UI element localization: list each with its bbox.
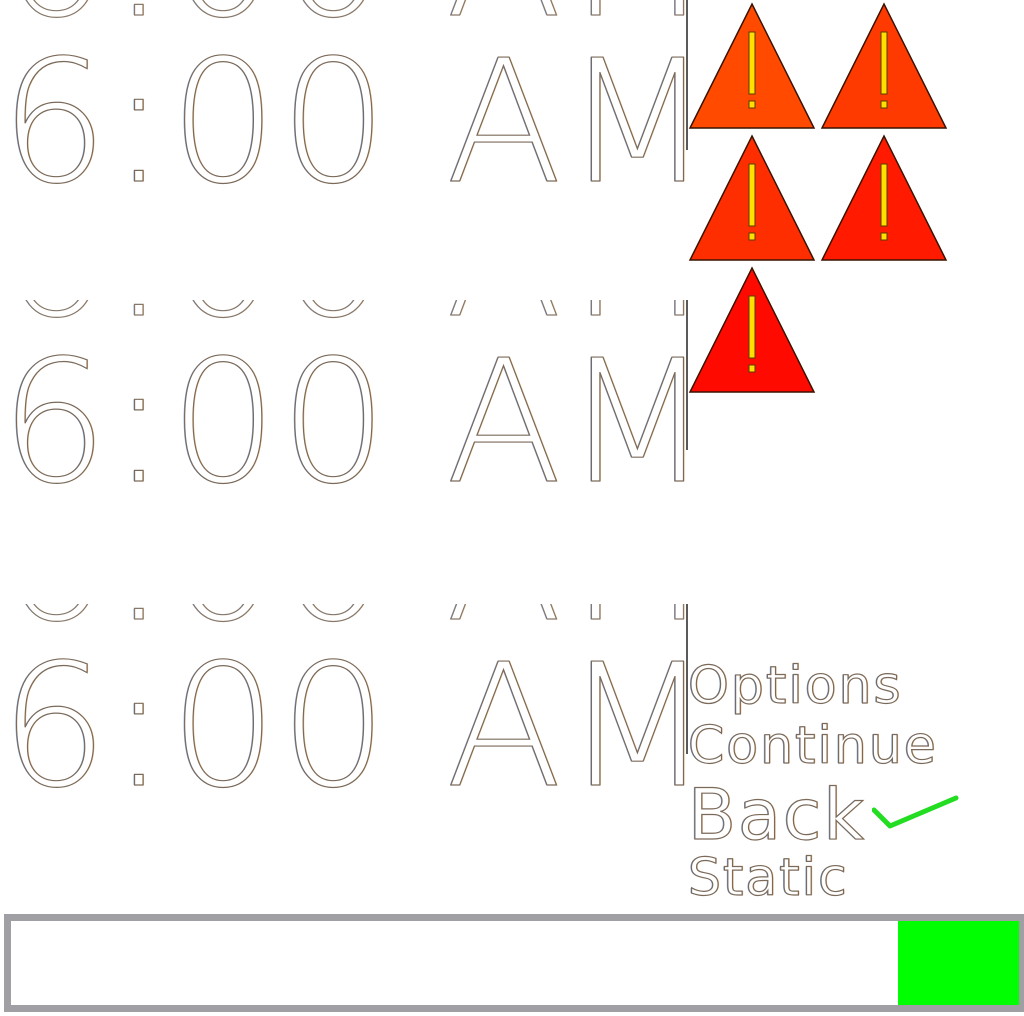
clock-time-text: 6:00 AM [0,337,690,500]
warning-triangle-svg [820,134,948,261]
clock-time: 6:00 [0,24,390,200]
clock-meridiem: AM [445,24,690,200]
menu: Options Continue Back Static [687,659,1018,912]
clock-meridiem: AM [445,324,690,500]
warning-triangle-svg [688,2,816,129]
clock-time: 6:00 [0,324,390,500]
clock-time-text: 6:00 AM [0,37,690,200]
menu-item-static[interactable]: Static [687,851,1018,912]
menu-item-continue[interactable]: Continue [687,719,1018,780]
clock-row-3: 6:00 AM 6:00 AM [0,604,690,804]
warning-triangle-svg [820,2,948,129]
warning-triangle-icon [688,266,816,394]
clock-meridiem: AM [445,628,690,804]
clock-row-1: 6:00 AM 6:00 AM [0,0,690,200]
menu-item-back[interactable]: Back [687,779,1018,852]
warning-triangle-icon [820,134,948,262]
warning-triangle-svg [688,134,816,261]
warning-triangle-icon [688,134,816,262]
menu-item-back-label: Back [687,774,866,856]
warning-triangle-icon [688,2,816,130]
menu-item-options[interactable]: Options [687,659,1018,720]
warning-triangle-icon [820,2,948,130]
progress-bar [4,914,1024,1012]
progress-fill [898,921,1019,1005]
clock-time: 6:00 [0,628,390,804]
clock-time-text: 6:00 AM [0,641,690,804]
clock-row-2: 6:00 AM 6:00 AM [0,300,690,500]
checkmark-icon [872,795,959,829]
warning-triangle-svg [688,266,816,393]
